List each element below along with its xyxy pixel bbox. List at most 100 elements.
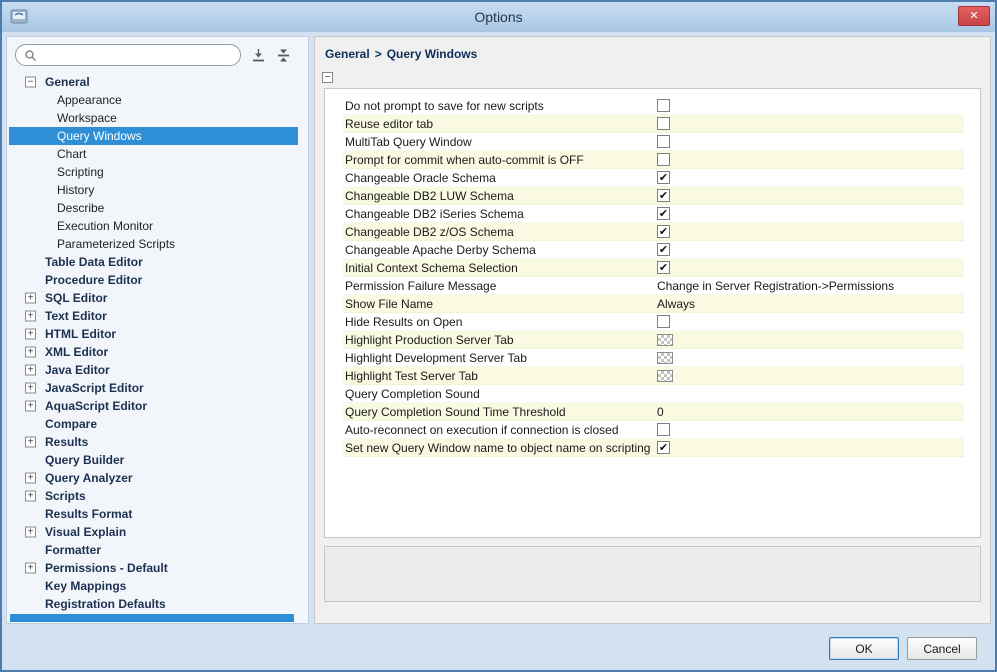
tree-item-general[interactable]: − General (9, 73, 298, 91)
checkbox-checked[interactable]: ✔ (657, 171, 670, 184)
tree-item-query-windows[interactable]: Query Windows (9, 127, 298, 145)
expand-toggle-icon[interactable]: + (25, 382, 36, 394)
tree-item-label: Describe (57, 201, 105, 215)
search-box[interactable] (15, 44, 241, 66)
expand-toggle-icon[interactable]: + (25, 526, 36, 538)
tree-item-aquascript-editor[interactable]: + AquaScript Editor (9, 397, 298, 415)
expand-toggle-icon[interactable]: + (25, 364, 36, 376)
tree-item-compare[interactable]: Compare (9, 415, 298, 433)
checkbox-unchecked[interactable] (657, 135, 670, 148)
setting-row[interactable]: Prompt for commit when auto-commit is OF… (343, 151, 964, 169)
tree-item-visual-explain[interactable]: + Visual Explain (9, 523, 298, 541)
tree-item-results[interactable]: + Results (9, 433, 298, 451)
tree-item-scripts[interactable]: + Scripts (9, 487, 298, 505)
setting-value (657, 135, 964, 148)
checkbox-checked[interactable]: ✔ (657, 207, 670, 220)
setting-row[interactable]: Permission Failure Message Change in Serv… (343, 277, 964, 295)
setting-row[interactable]: Changeable Apache Derby Schema ✔ (343, 241, 964, 259)
setting-row[interactable]: Highlight Test Server Tab (343, 367, 964, 385)
setting-row[interactable]: Show File Name Always (343, 295, 964, 313)
tree-item-label: General (45, 75, 90, 89)
checkbox-unchecked[interactable] (657, 153, 670, 166)
collapse-all-icon[interactable] (276, 48, 291, 63)
checkbox-unchecked[interactable] (657, 117, 670, 130)
tree-item-text-editor[interactable]: + Text Editor (9, 307, 298, 325)
setting-row[interactable]: Do not prompt to save for new scripts (343, 97, 964, 115)
collapse-toggle-icon[interactable]: − (25, 76, 36, 88)
color-swatch[interactable] (657, 333, 673, 346)
checkbox-checked[interactable]: ✔ (657, 441, 670, 454)
color-swatch[interactable] (657, 369, 673, 382)
expand-toggle-icon[interactable]: + (25, 490, 36, 502)
tree-item-scripting[interactable]: Scripting (9, 163, 298, 181)
setting-row[interactable]: Changeable DB2 LUW Schema ✔ (343, 187, 964, 205)
checkbox-checked[interactable]: ✔ (657, 225, 670, 238)
setting-row[interactable]: Initial Context Schema Selection ✔ (343, 259, 964, 277)
checkbox-checked[interactable]: ✔ (657, 261, 670, 274)
setting-row[interactable]: Hide Results on Open (343, 313, 964, 331)
tree-item-execution-monitor[interactable]: Execution Monitor (9, 217, 298, 235)
setting-row[interactable]: Changeable DB2 iSeries Schema ✔ (343, 205, 964, 223)
setting-row[interactable]: Changeable DB2 z/OS Schema ✔ (343, 223, 964, 241)
tree-item-xml-editor[interactable]: + XML Editor (9, 343, 298, 361)
expand-toggle-icon[interactable]: + (25, 436, 36, 448)
setting-row[interactable]: Reuse editor tab (343, 115, 964, 133)
tree-item-query-builder[interactable]: Query Builder (9, 451, 298, 469)
tree-item-sql-editor[interactable]: + SQL Editor (9, 289, 298, 307)
tree-item-key-mappings[interactable]: Key Mappings (9, 577, 298, 595)
tree-item-label: Query Analyzer (45, 471, 133, 485)
setting-row[interactable]: Auto-reconnect on execution if connectio… (343, 421, 964, 439)
tree-item-java-editor[interactable]: + Java Editor (9, 361, 298, 379)
tree-item-registration-defaults[interactable]: Registration Defaults (9, 595, 298, 613)
cancel-button[interactable]: Cancel (907, 637, 977, 660)
tree-item-html-editor[interactable]: + HTML Editor (9, 325, 298, 343)
tree-item-procedure-editor[interactable]: Procedure Editor (9, 271, 298, 289)
checkbox-unchecked[interactable] (657, 423, 670, 436)
expand-toggle-icon[interactable]: + (25, 292, 36, 304)
tree-horizontal-scrollbar[interactable] (10, 614, 294, 622)
checkbox-checked[interactable]: ✔ (657, 243, 670, 256)
section-collapse-toggle-icon[interactable]: − (322, 72, 333, 83)
close-button[interactable]: ✕ (958, 6, 990, 26)
color-swatch[interactable] (657, 351, 673, 364)
tree-item-query-analyzer[interactable]: + Query Analyzer (9, 469, 298, 487)
setting-row[interactable]: Set new Query Window name to object name… (343, 439, 964, 457)
setting-row[interactable]: MultiTab Query Window (343, 133, 964, 151)
setting-label: Query Completion Sound Time Threshold (345, 404, 566, 419)
checkbox-unchecked[interactable] (657, 99, 670, 112)
tree-item-describe[interactable]: Describe (9, 199, 298, 217)
tree-item-workspace[interactable]: Workspace (9, 109, 298, 127)
expand-toggle-icon[interactable]: + (25, 346, 36, 358)
options-tree: − General Appearance Workspace Query Windows… (7, 71, 308, 623)
expand-toggle-icon[interactable]: + (25, 400, 36, 412)
breadcrumb-part-general[interactable]: General (325, 47, 370, 61)
tree-item-permissions-default[interactable]: + Permissions - Default (9, 559, 298, 577)
setting-label: Do not prompt to save for new scripts (345, 98, 544, 113)
tree-item-history[interactable]: History (9, 181, 298, 199)
setting-row[interactable]: Query Completion Sound Time Threshold 0 (343, 403, 964, 421)
expand-toggle-icon[interactable]: + (25, 562, 36, 574)
expand-toggle-icon[interactable]: + (25, 310, 36, 322)
setting-row[interactable]: Query Completion Sound (343, 385, 964, 403)
setting-row[interactable]: Highlight Development Server Tab (343, 349, 964, 367)
setting-row[interactable]: Changeable Oracle Schema ✔ (343, 169, 964, 187)
tree-item-chart[interactable]: Chart (9, 145, 298, 163)
tree-item-label: SQL Editor (45, 291, 108, 305)
expand-toggle-icon[interactable]: + (25, 472, 36, 484)
expand-toggle-icon[interactable]: + (25, 328, 36, 340)
tree-item-javascript-editor[interactable]: + JavaScript Editor (9, 379, 298, 397)
search-input[interactable] (42, 48, 232, 62)
tree-item-table-data-editor[interactable]: Table Data Editor (9, 253, 298, 271)
titlebar[interactable]: Options ✕ (2, 2, 995, 32)
ok-button[interactable]: OK (829, 637, 899, 660)
tree-item-results-format[interactable]: Results Format (9, 505, 298, 523)
setting-row[interactable]: Highlight Production Server Tab (343, 331, 964, 349)
tree-item-label: Workspace (57, 111, 117, 125)
expand-all-icon[interactable] (251, 48, 266, 63)
tree-item-appearance[interactable]: Appearance (9, 91, 298, 109)
checkbox-checked[interactable]: ✔ (657, 189, 670, 202)
tree-item-label: Execution Monitor (57, 219, 154, 233)
tree-item-formatter[interactable]: Formatter (9, 541, 298, 559)
checkbox-unchecked[interactable] (657, 315, 670, 328)
tree-item-parameterized-scripts[interactable]: Parameterized Scripts (9, 235, 298, 253)
